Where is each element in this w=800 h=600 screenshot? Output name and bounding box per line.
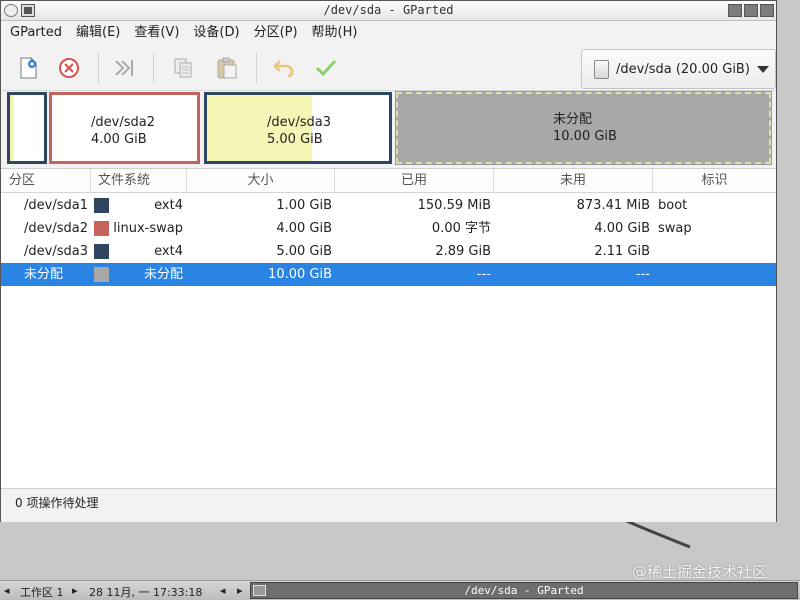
fs-color-swatch xyxy=(94,221,109,236)
cell-filesystem: ext4 xyxy=(154,198,183,213)
cell-used: 0.00 字节 xyxy=(431,221,491,236)
toolbar-separator xyxy=(256,53,257,83)
copy-icon[interactable] xyxy=(169,54,197,82)
cell-flags: swap xyxy=(658,221,692,236)
device-selector[interactable]: /dev/sda (20.00 GiB) xyxy=(581,49,776,89)
taskbar-prev-icon[interactable]: ◂ xyxy=(220,584,226,597)
column-filesystem[interactable]: 文件系统 xyxy=(91,169,187,193)
cell-unused: 873.41 MiB xyxy=(576,198,650,213)
partition-block-size: 5.00 GiB xyxy=(267,132,323,147)
partition-block-size: 4.00 GiB xyxy=(91,132,147,147)
menubar: GParted 编辑(E) 查看(V) 设备(D) 分区(P) 帮助(H) xyxy=(1,21,776,45)
cell-filesystem: linux-swap xyxy=(113,221,183,236)
workspace-label[interactable]: 工作区 1 xyxy=(20,584,64,600)
clock: 28 11月, 一 17:33:18 xyxy=(89,586,203,599)
table-row-selected[interactable]: 未分配 未分配 10.00 GiB --- --- xyxy=(1,263,776,286)
resize-move-icon[interactable] xyxy=(111,54,139,82)
cell-size: 10.00 GiB xyxy=(268,267,332,282)
watermark: @稀土掘金技术社区 xyxy=(632,563,768,581)
status-bar: 0 项操作待处理 xyxy=(1,488,776,522)
partition-table: 分区 文件系统 大小 已用 未用 标识 /dev/sda1 ext4 1.00 … xyxy=(1,168,776,488)
table-row[interactable]: /dev/sda1 ext4 1.00 GiB 150.59 MiB 873.4… xyxy=(1,194,776,217)
cell-partition: /dev/sda1 xyxy=(24,198,88,213)
column-unused[interactable]: 未用 xyxy=(494,169,653,193)
menu-partition[interactable]: 分区(P) xyxy=(247,21,305,45)
partition-block-name: /dev/sda2 xyxy=(91,115,155,130)
cell-filesystem: ext4 xyxy=(154,244,183,259)
fs-color-swatch xyxy=(94,198,109,213)
window-title: /dev/sda - GParted xyxy=(323,3,454,17)
partition-block-unallocated[interactable]: 未分配 10.00 GiB xyxy=(395,91,772,165)
menu-device[interactable]: 设备(D) xyxy=(186,21,246,45)
delete-icon[interactable] xyxy=(55,54,83,82)
partition-block-sda1[interactable] xyxy=(7,92,47,164)
table-row[interactable]: /dev/sda2 linux-swap 4.00 GiB 0.00 字节 4.… xyxy=(1,217,776,240)
undo-icon[interactable] xyxy=(270,54,298,82)
toolbar-separator xyxy=(153,53,154,83)
taskbar: ◂ 工作区 1 ▸ 28 11月, 一 17:33:18 ◂ ▸ /dev/sd… xyxy=(0,580,800,600)
partition-block-sda3[interactable]: /dev/sda3 5.00 GiB xyxy=(204,92,392,164)
maximize-button[interactable] xyxy=(744,4,758,17)
column-used[interactable]: 已用 xyxy=(335,169,494,193)
partition-map: /dev/sda2 4.00 GiB /dev/sda3 5.00 GiB 未分… xyxy=(5,91,773,165)
pending-operations-text: 0 项操作待处理 xyxy=(15,496,99,510)
fs-color-swatch xyxy=(94,267,109,282)
taskbar-left-arrow[interactable]: ◂ xyxy=(4,584,10,597)
partition-block-sda2[interactable]: /dev/sda2 4.00 GiB xyxy=(49,92,200,164)
new-icon[interactable] xyxy=(14,54,42,82)
taskbar-right-arrow[interactable]: ▸ xyxy=(72,584,78,597)
taskbar-next-icon[interactable]: ▸ xyxy=(237,584,243,597)
titlebar[interactable]: /dev/sda - GParted xyxy=(1,1,776,21)
gparted-window: /dev/sda - GParted GParted 编辑(E) 查看(V) 设… xyxy=(0,0,777,522)
partition-block-name: /dev/sda3 xyxy=(267,115,331,130)
cell-partition: 未分配 xyxy=(24,267,64,282)
cell-size: 5.00 GiB xyxy=(276,244,332,259)
cell-filesystem: 未分配 xyxy=(143,267,183,282)
device-label: /dev/sda (20.00 GiB) xyxy=(616,61,750,77)
partition-block-name: 未分配 xyxy=(553,112,593,127)
column-partition[interactable]: 分区 xyxy=(1,169,91,193)
minimize-button[interactable] xyxy=(728,4,742,17)
table-header: 分区 文件系统 大小 已用 未用 标识 xyxy=(1,169,776,193)
cell-used: 2.89 GiB xyxy=(435,244,491,259)
cell-flags: boot xyxy=(658,198,688,213)
cell-size: 4.00 GiB xyxy=(276,221,332,236)
partition-block-size: 10.00 GiB xyxy=(553,129,617,144)
cell-size: 1.00 GiB xyxy=(276,198,332,213)
disk-icon xyxy=(594,59,609,79)
paste-icon[interactable] xyxy=(213,54,241,82)
table-row[interactable]: /dev/sda3 ext4 5.00 GiB 2.89 GiB 2.11 Gi… xyxy=(1,240,776,263)
cell-partition: /dev/sda3 xyxy=(24,244,88,259)
toolbar: /dev/sda (20.00 GiB) xyxy=(1,45,776,91)
menu-help[interactable]: 帮助(H) xyxy=(305,21,365,45)
menu-view[interactable]: 查看(V) xyxy=(127,21,186,45)
fs-color-swatch xyxy=(94,244,109,259)
menu-gparted[interactable]: GParted xyxy=(3,21,69,45)
usage-fill xyxy=(10,95,14,161)
cell-unused: 4.00 GiB xyxy=(594,221,650,236)
close-button[interactable] xyxy=(760,4,774,17)
toolbar-separator xyxy=(98,53,99,83)
taskbar-app-title: /dev/sda - GParted xyxy=(464,584,584,597)
cell-unused: 2.11 GiB xyxy=(594,244,650,259)
column-size[interactable]: 大小 xyxy=(187,169,335,193)
cell-unused: --- xyxy=(635,267,650,282)
cell-partition: /dev/sda2 xyxy=(24,221,88,236)
cell-used: --- xyxy=(476,267,491,282)
apply-icon[interactable] xyxy=(312,54,340,82)
chevron-down-icon xyxy=(756,65,769,73)
cell-used: 150.59 MiB xyxy=(417,198,491,213)
taskbar-app-button[interactable]: /dev/sda - GParted xyxy=(250,582,798,599)
menu-edit[interactable]: 编辑(E) xyxy=(69,21,127,45)
column-flags[interactable]: 标识 xyxy=(653,169,776,193)
